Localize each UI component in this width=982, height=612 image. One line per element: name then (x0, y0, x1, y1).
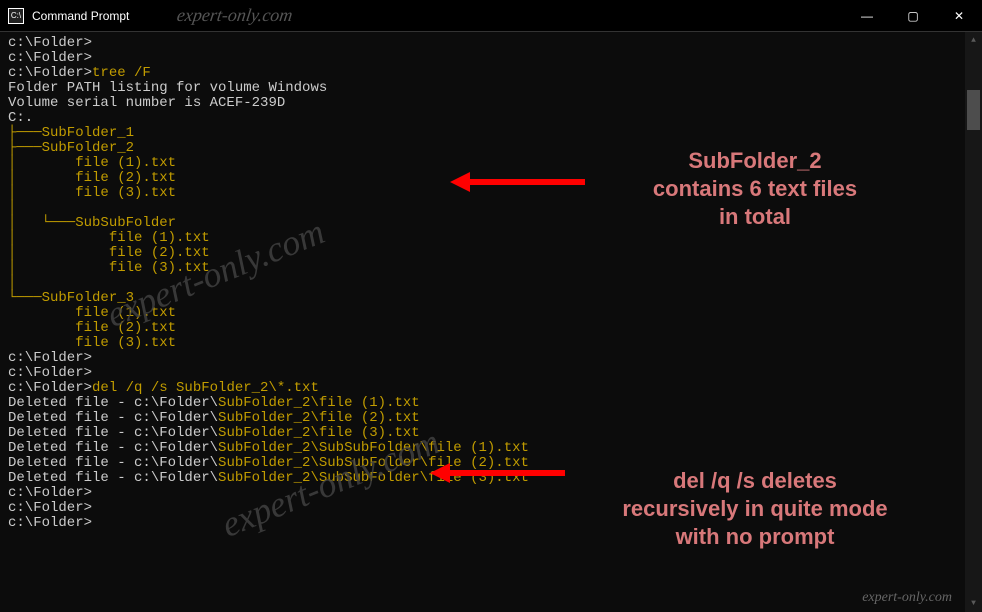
command-text: tree /F (92, 65, 151, 81)
cmd-tree-line: c:\Folder>tree /F (8, 66, 957, 81)
close-button[interactable]: ✕ (936, 0, 982, 32)
prompt-line: c:\Folder> (8, 351, 957, 366)
deleted-prefix: Deleted file - c:\Folder\ (8, 410, 218, 426)
cmd-icon: C:\ (8, 8, 24, 24)
tree-line: │ file (2).txt (8, 246, 957, 261)
deleted-path: SubFolder_2\file (1).txt (218, 395, 420, 411)
prompt-line: c:\Folder> (8, 36, 957, 51)
deleted-line: Deleted file - c:\Folder\SubFolder_2\fil… (8, 411, 957, 426)
deleted-path: SubFolder_2\file (2).txt (218, 410, 420, 426)
deleted-path: SubFolder_2\SubSubFolder\file (3).txt (218, 470, 529, 486)
window-title: Command Prompt (32, 9, 129, 23)
tree-line: file (1).txt (8, 306, 957, 321)
output-line: Volume serial number is ACEF-239D (8, 96, 957, 111)
window-controls: — ▢ ✕ (844, 0, 982, 32)
tree-line: │ file (3).txt (8, 186, 957, 201)
output-line: C:. (8, 111, 957, 126)
tree-line: │ └───SubSubFolder (8, 216, 957, 231)
title-left: C:\ Command Prompt expert-only.com (0, 5, 844, 26)
prompt-line: c:\Folder> (8, 51, 957, 66)
scroll-thumb[interactable] (967, 90, 980, 130)
deleted-line: Deleted file - c:\Folder\SubFolder_2\Sub… (8, 441, 957, 456)
tree-line: └───SubFolder_3 (8, 291, 957, 306)
deleted-line: Deleted file - c:\Folder\SubFolder_2\fil… (8, 396, 957, 411)
tree-line: │ file (3).txt (8, 261, 957, 276)
tree-line: │ file (2).txt (8, 171, 957, 186)
tree-line: │ file (1).txt (8, 231, 957, 246)
prompt: c:\Folder> (8, 380, 92, 396)
deleted-path: SubFolder_2\file (3).txt (218, 425, 420, 441)
minimize-button[interactable]: — (844, 0, 890, 32)
vertical-scrollbar[interactable]: ▲ ▼ (965, 32, 982, 612)
tree-line: ├───SubFolder_2 (8, 141, 957, 156)
output-line: Folder PATH listing for volume Windows (8, 81, 957, 96)
scroll-down-arrow-icon[interactable]: ▼ (965, 595, 982, 612)
tree-line: file (3).txt (8, 336, 957, 351)
deleted-line: Deleted file - c:\Folder\SubFolder_2\Sub… (8, 471, 957, 486)
prompt-line: c:\Folder> (8, 366, 957, 381)
deleted-prefix: Deleted file - c:\Folder\ (8, 470, 218, 486)
deleted-path: SubFolder_2\SubSubFolder\file (1).txt (218, 440, 529, 456)
tree-line: │ file (1).txt (8, 156, 957, 171)
deleted-line: Deleted file - c:\Folder\SubFolder_2\fil… (8, 426, 957, 441)
deleted-prefix: Deleted file - c:\Folder\ (8, 395, 218, 411)
deleted-path: SubFolder_2\SubSubFolder\file (2).txt (218, 455, 529, 471)
deleted-prefix: Deleted file - c:\Folder\ (8, 425, 218, 441)
tree-line: ├───SubFolder_1 (8, 126, 957, 141)
command-text: del /q /s SubFolder_2\*.txt (92, 380, 319, 396)
command-prompt-window: C:\ Command Prompt expert-only.com — ▢ ✕… (0, 0, 982, 612)
prompt-line: c:\Folder> (8, 501, 957, 516)
prompt-line: c:\Folder> (8, 516, 957, 531)
terminal-area: c:\Folder>c:\Folder>c:\Folder>tree /FFol… (0, 32, 982, 612)
cmd-del-line: c:\Folder>del /q /s SubFolder_2\*.txt (8, 381, 957, 396)
deleted-prefix: Deleted file - c:\Folder\ (8, 455, 218, 471)
tree-line: file (2).txt (8, 321, 957, 336)
terminal-content[interactable]: c:\Folder>c:\Folder>c:\Folder>tree /FFol… (0, 32, 965, 612)
tree-line: │ (8, 276, 957, 291)
prompt-line: c:\Folder> (8, 486, 957, 501)
maximize-button[interactable]: ▢ (890, 0, 936, 32)
scroll-up-arrow-icon[interactable]: ▲ (965, 32, 982, 49)
titlebar[interactable]: C:\ Command Prompt expert-only.com — ▢ ✕ (0, 0, 982, 32)
watermark-titlebar: expert-only.com (176, 5, 294, 26)
deleted-line: Deleted file - c:\Folder\SubFolder_2\Sub… (8, 456, 957, 471)
prompt: c:\Folder> (8, 65, 92, 81)
deleted-prefix: Deleted file - c:\Folder\ (8, 440, 218, 456)
tree-line: │ (8, 201, 957, 216)
